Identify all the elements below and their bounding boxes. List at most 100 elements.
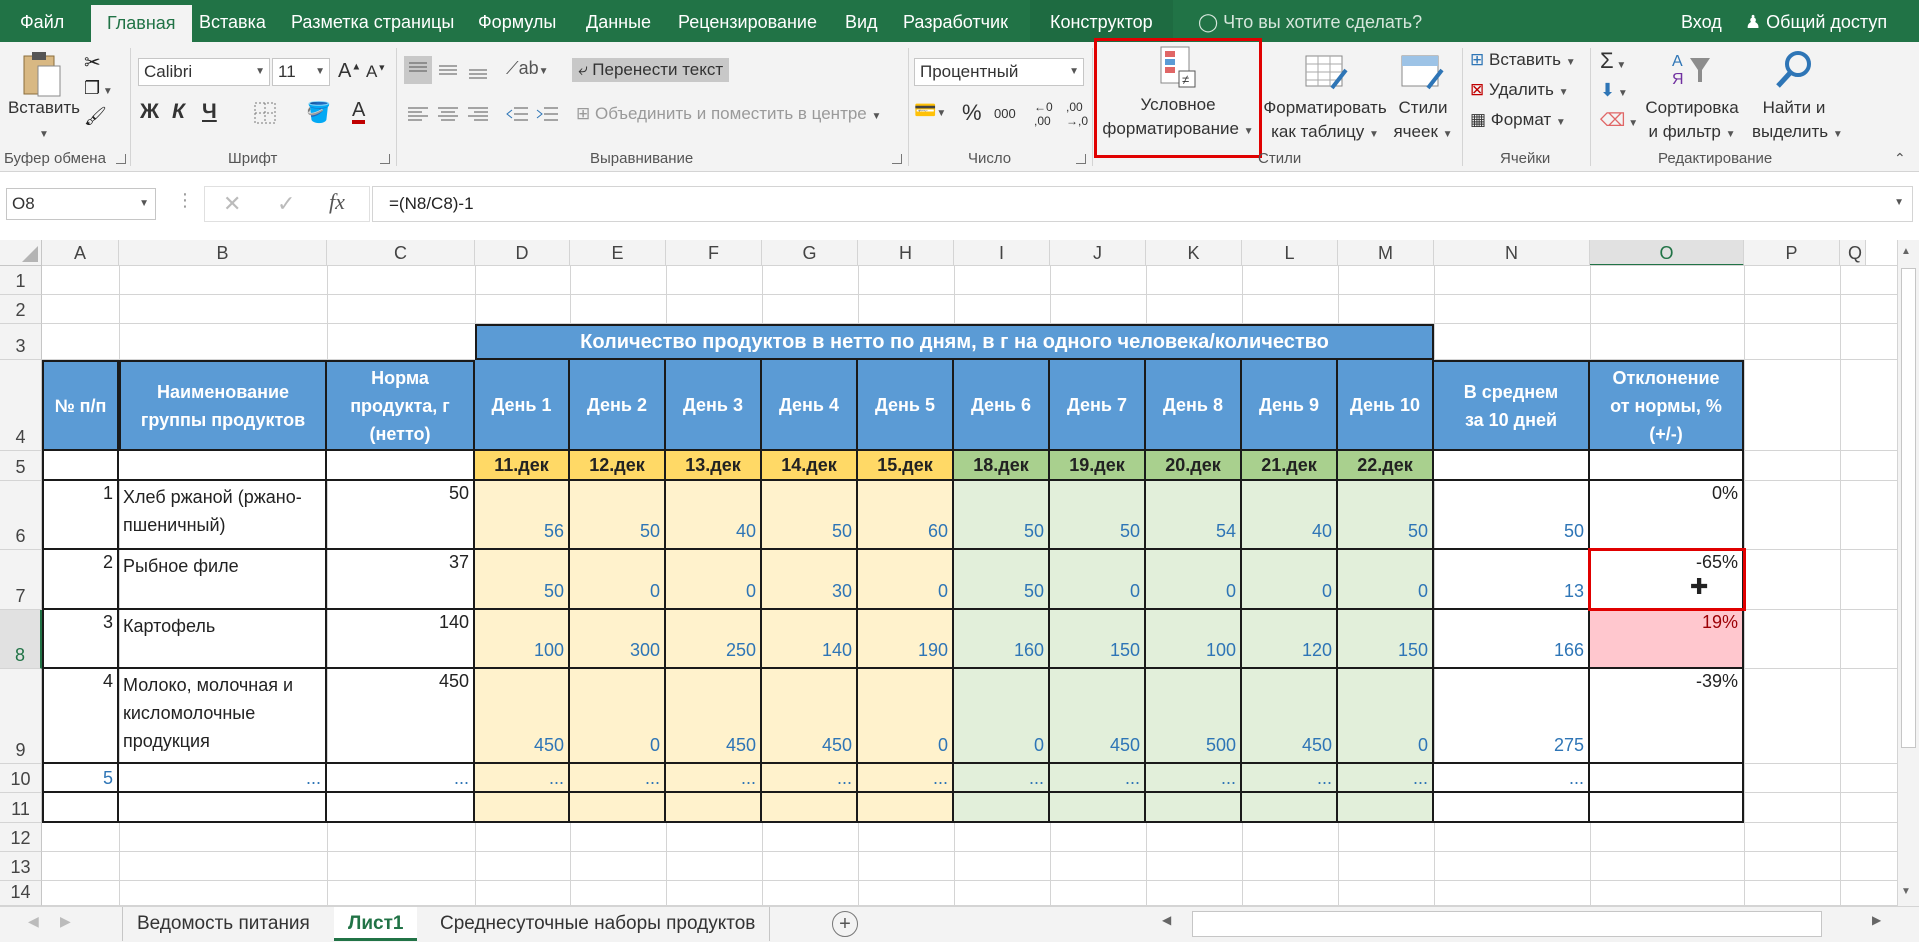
ellipsis-cell[interactable]: ...	[666, 764, 762, 793]
delete-cells-button[interactable]: ⊠ Удалить ▼	[1470, 80, 1569, 100]
average-value[interactable]: 275	[1434, 669, 1590, 764]
empty-cell[interactable]	[1338, 793, 1434, 823]
column-header-k[interactable]: K	[1146, 240, 1242, 266]
day-value[interactable]: 0	[666, 550, 762, 610]
clipboard-launcher-icon[interactable]	[116, 154, 126, 164]
percent-style-button[interactable]: %	[962, 100, 982, 126]
empty-cell[interactable]	[119, 793, 327, 823]
day-value[interactable]: 50	[1050, 481, 1146, 550]
autosum-icon[interactable]: Σ ▼	[1600, 48, 1626, 74]
merge-center-button[interactable]: ⊞ Объединить и поместить в центре ▼	[576, 104, 881, 124]
empty-cell[interactable]	[1146, 793, 1242, 823]
cell-styles-icon[interactable]	[1400, 52, 1444, 101]
row-header-8[interactable]: 8	[0, 610, 42, 669]
paste-button[interactable]: Вставить ▼	[4, 96, 84, 147]
ellipsis-cell[interactable]: ...	[1434, 764, 1590, 793]
row-header-3[interactable]: 3	[0, 324, 42, 360]
align-right-icon[interactable]	[464, 100, 492, 133]
comma-style-button[interactable]: 000	[994, 106, 1016, 121]
row-header-12[interactable]: 12	[0, 823, 42, 852]
day-value[interactable]: 0	[858, 550, 954, 610]
ellipsis-cell[interactable]: ...	[475, 764, 570, 793]
column-header-e[interactable]: E	[570, 240, 666, 266]
tab-file[interactable]: Файл	[20, 0, 64, 42]
italic-button[interactable]: К	[172, 100, 185, 124]
enter-icon[interactable]: ✓	[277, 191, 295, 217]
day-value[interactable]: 54	[1146, 481, 1242, 550]
column-header-m[interactable]: M	[1338, 240, 1434, 266]
font-color-icon[interactable]: A	[352, 100, 366, 124]
scroll-down-icon[interactable]: ▼	[1901, 886, 1911, 897]
empty-cell[interactable]	[119, 451, 327, 481]
row-header-10[interactable]: 10	[0, 764, 42, 793]
tab-page-layout[interactable]: Разметка страницы	[291, 0, 454, 42]
date-cell[interactable]: 21.дек	[1242, 451, 1338, 481]
day-value[interactable]: 56	[475, 481, 570, 550]
sort-filter-icon[interactable]: АЯ	[1670, 48, 1714, 97]
vertical-scroll-thumb[interactable]	[1901, 268, 1916, 748]
row-header-11[interactable]: 11	[0, 793, 42, 823]
average-value[interactable]: 166	[1434, 610, 1590, 669]
day-value[interactable]: 500	[1146, 669, 1242, 764]
deviation-value[interactable]: 0%	[1590, 481, 1744, 550]
tab-insert[interactable]: Вставка	[199, 0, 266, 42]
date-cell[interactable]: 18.дек	[954, 451, 1050, 481]
norm-value[interactable]: 140	[327, 610, 475, 669]
tab-design[interactable]: Конструктор	[1030, 0, 1173, 42]
day-value[interactable]: 150	[1338, 610, 1434, 669]
ellipsis-cell[interactable]: ...	[954, 764, 1050, 793]
conditional-formatting-button[interactable]: ≠ Условное форматирование ▼	[1094, 38, 1262, 158]
empty-cell[interactable]	[327, 451, 475, 481]
ellipsis-cell[interactable]: ...	[1146, 764, 1242, 793]
next-sheet-icon[interactable]: ▶	[60, 913, 71, 930]
column-header-p[interactable]: P	[1744, 240, 1840, 266]
day-value[interactable]: 0	[1338, 669, 1434, 764]
ellipsis-cell[interactable]: ...	[1338, 764, 1434, 793]
sheet-tab-list1[interactable]: Лист1	[334, 907, 418, 941]
day-value[interactable]: 0	[1338, 550, 1434, 610]
fill-color-icon[interactable]: 🪣	[306, 100, 331, 125]
day-value[interactable]: 30	[762, 550, 858, 610]
date-cell[interactable]: 15.дек	[858, 451, 954, 481]
day-value[interactable]: 100	[475, 610, 570, 669]
copy-icon[interactable]: ❐ ▼	[84, 78, 113, 99]
alignment-launcher-icon[interactable]	[892, 154, 902, 164]
empty-cell[interactable]	[1050, 793, 1146, 823]
prev-sheet-icon[interactable]: ◀	[28, 913, 39, 930]
format-as-table-icon[interactable]	[1304, 52, 1348, 101]
find-select-icon[interactable]	[1772, 48, 1816, 97]
average-value[interactable]: 50	[1434, 481, 1590, 550]
format-as-table-button[interactable]: Форматировать как таблицу ▼	[1260, 96, 1390, 147]
ellipsis-cell[interactable]: ...	[327, 764, 475, 793]
empty-cell[interactable]	[1434, 451, 1590, 481]
column-header-o[interactable]: O	[1590, 240, 1744, 266]
day-value[interactable]: 50	[954, 550, 1050, 610]
row-number[interactable]: 5	[42, 764, 119, 793]
day-value[interactable]: 450	[1050, 669, 1146, 764]
row-number[interactable]: 2	[42, 550, 119, 610]
row-header-6[interactable]: 6	[0, 481, 42, 550]
empty-cell[interactable]	[42, 451, 119, 481]
format-cells-button[interactable]: ▦ Формат ▼	[1470, 110, 1566, 130]
day-value[interactable]: 160	[954, 610, 1050, 669]
borders-icon[interactable]	[254, 102, 276, 129]
column-header-l[interactable]: L	[1242, 240, 1338, 266]
ellipsis-cell[interactable]: ...	[1050, 764, 1146, 793]
row-header-13[interactable]: 13	[0, 852, 42, 881]
sheet-tab-vedomost[interactable]: Ведомость питания	[122, 907, 324, 941]
product-name[interactable]: Картофель	[119, 610, 327, 669]
ellipsis-cell[interactable]: ...	[119, 764, 327, 793]
norm-value[interactable]: 37	[327, 550, 475, 610]
column-header-h[interactable]: H	[858, 240, 954, 266]
norm-value[interactable]: 450	[327, 669, 475, 764]
selected-deviation-cell[interactable]: 19%	[1590, 610, 1744, 669]
day-value[interactable]: 0	[954, 669, 1050, 764]
date-cell[interactable]: 14.дек	[762, 451, 858, 481]
day-value[interactable]: 0	[570, 669, 666, 764]
empty-cell[interactable]	[1590, 451, 1744, 481]
align-left-icon[interactable]	[404, 100, 432, 133]
font-size-select[interactable]: 11 ▼	[272, 58, 330, 86]
align-top-icon[interactable]	[404, 56, 432, 84]
cell-styles-button[interactable]: Стили ячеек ▼	[1392, 96, 1454, 147]
column-header-q[interactable]: Q	[1840, 240, 1866, 266]
